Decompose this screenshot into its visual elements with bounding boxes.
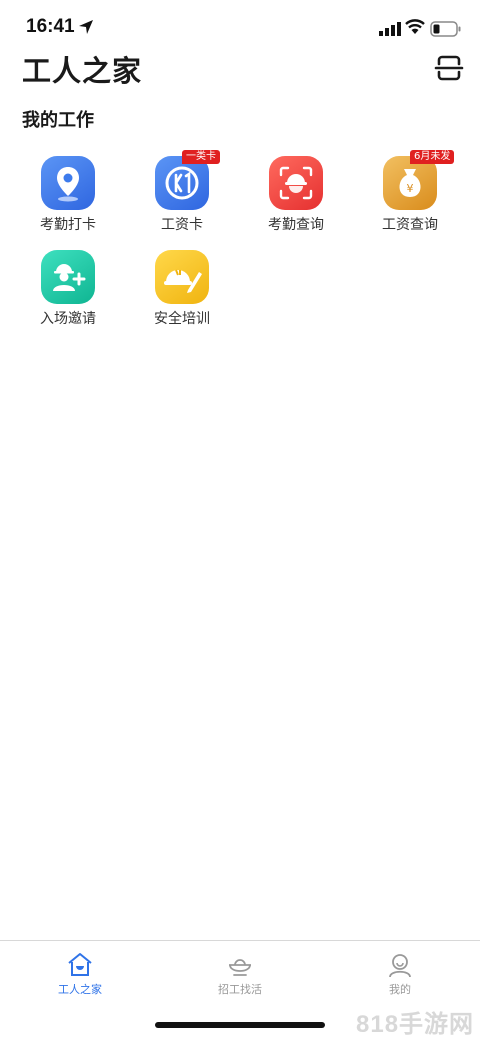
nav-item-jobs[interactable]: 招工找活 [160,941,320,1005]
home-icon [68,953,92,976]
tile-label: 工资查询 [382,217,438,233]
tile-attendance-query[interactable]: 考勤查询 [241,150,351,240]
tile-label: 考勤查询 [268,217,324,233]
home-indicator [155,1022,325,1028]
page-title: 工人之家 [22,54,143,88]
add-worker-icon [41,250,95,304]
nav-label: 我的 [389,983,411,996]
bank-card-icon [155,156,209,210]
tile-label: 入场邀请 [40,311,96,327]
tile-salary-card[interactable]: 一类卡 工资卡 [127,150,237,240]
ingot-icon [229,959,251,976]
nav-item-home[interactable]: 工人之家 [0,941,160,1005]
watermark: 818手游网 [356,1011,475,1038]
tile-badge: 一类卡 [182,150,220,164]
face-scan-icon [269,156,323,210]
scan-icon[interactable] [434,54,464,82]
nav-item-mine[interactable]: 我的 [320,941,480,1005]
section-title: 我的工作 [22,110,94,131]
tile-salary-query[interactable]: ¥ 6月未发 工资查询 [355,150,465,240]
user-icon [389,954,411,978]
location-pin-icon [41,156,95,210]
nav-label: 招工找活 [218,983,262,996]
tile-attendance-checkin[interactable]: 考勤打卡 [13,150,123,240]
svg-text:¥: ¥ [407,182,414,195]
wifi-icon [405,19,425,34]
tile-safety-training[interactable]: 安全培训 [127,244,237,334]
helmet-pencil-icon [155,250,209,304]
cellular-signal-icon [379,22,401,36]
tile-label: 安全培训 [154,311,210,327]
tile-label: 考勤打卡 [40,217,96,233]
tile-entry-invite[interactable]: 入场邀请 [13,244,123,334]
tile-label: 工资卡 [161,217,203,233]
location-arrow-icon [79,20,93,34]
battery-icon [430,21,461,37]
status-time: 16:41 [26,16,75,37]
money-bag-icon: ¥ [383,156,437,210]
tile-badge: 6月未发 [410,150,455,164]
nav-label: 工人之家 [58,983,102,996]
